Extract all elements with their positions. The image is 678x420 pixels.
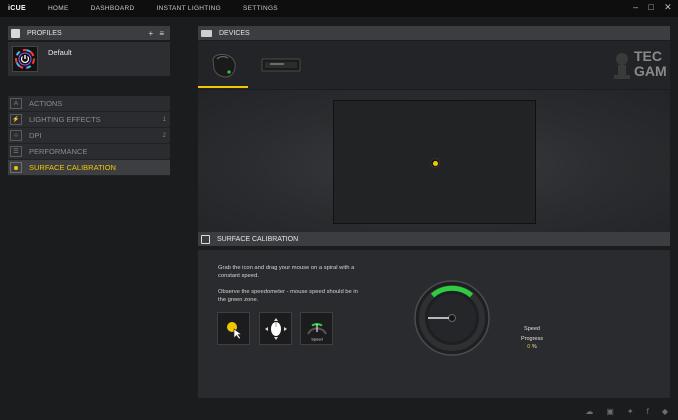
profiles-header: PROFILES + ≡ [8,26,170,40]
device-tab-mouse[interactable] [198,43,248,88]
facebook-icon[interactable]: f [647,407,649,416]
menu-label: SURFACE CALIBRATION [29,163,116,172]
menu-performance[interactable]: ☰ PERFORMANCE [8,144,170,160]
minimize-button[interactable]: – [633,2,638,13]
instruction-text-1: Grab the icon and drag your mouse on a s… [218,265,355,279]
settings-menu: A ACTIONS ⚡ LIGHTING EFFECTS 1 ⊹ DPI 2 ☰… [8,96,170,176]
mouse-move-tool[interactable] [259,312,292,345]
top-nav-bar: iCUE HOME DASHBOARD INSTANT LIGHTING SET… [0,0,678,17]
watermark-text-1: TEC [634,48,662,64]
progress-value: 0 [527,344,531,350]
gauge-speed-label: Speed [524,326,540,332]
watermark-logo: TEC GAM [612,49,670,83]
drag-target-tool[interactable] [217,312,250,345]
cloud-icon[interactable]: ☁ [585,407,593,416]
keyboard-device-icon [261,58,301,72]
mouse-move-icon [264,317,287,340]
progress-label: Progress [520,336,543,342]
profile-card[interactable]: Default [8,42,170,76]
performance-icon: ☰ [10,146,22,157]
menu-label: DPI [29,131,42,140]
calibration-surface[interactable] [333,100,536,224]
menu-count: 1 [162,116,166,123]
menu-surface-calibration[interactable]: SURFACE CALIBRATION [8,160,170,176]
footer-bar: ☁ ▣ ✦ f ◆ [0,404,678,420]
menu-label: LIGHTING EFFECTS [29,115,101,124]
nav-dashboard[interactable]: DASHBOARD [91,5,135,12]
tool-speed-label: Speed [311,336,323,341]
menu-actions[interactable]: A ACTIONS [8,96,170,112]
right-column: DEVICES TEC GAM SURFACE CALIBRATION Grab… [198,26,670,398]
nav-instant-lighting[interactable]: INSTANT LIGHTING [157,5,222,12]
mouse-device-icon [212,53,236,78]
device-tab-keyboard[interactable] [256,43,306,87]
progress-unit: % [531,344,537,350]
lightning-icon: ⚡ [10,114,22,125]
watermark-text-2: GAM [634,63,667,79]
devices-title: DEVICES [219,29,250,37]
nav-home[interactable]: HOME [48,5,69,12]
dpi-icon: ⊹ [10,130,22,141]
app-brand: iCUE [8,5,26,12]
speed-tool[interactable]: Speed [300,312,333,345]
speedometer-icon: Speed [306,322,327,341]
actions-icon: A [10,98,22,109]
progress-readout: 0 % [492,344,572,350]
calibration-target[interactable] [430,158,440,168]
menu-dpi[interactable]: ⊹ DPI 2 [8,128,170,144]
profiles-icon [11,28,20,38]
calibration-stage [198,90,670,240]
calibration-header: SURFACE CALIBRATION [198,232,670,246]
footer-icons: ☁ ▣ ✦ f ◆ [585,407,668,416]
device-selector: TEC GAM [198,41,670,89]
devices-header: DEVICES [198,26,670,40]
speed-gauge: Speed Progress 0 % [412,278,543,358]
profile-name: Default [48,48,72,57]
maximize-button[interactable]: □ [648,2,654,13]
calibration-panel: Grab the icon and drag your mouse on a s… [198,250,670,398]
window-controls: – □ ✕ [633,2,672,13]
forum-icon[interactable]: ◆ [662,407,668,416]
profile-actions[interactable]: + ≡ [148,29,166,38]
calibration-dot-icon [10,162,22,173]
instruction-text-2: Observe the speedometer - mouse speed sh… [218,289,358,303]
left-column: PROFILES + ≡ Default A ACTIONS ⚡ LIGHTIN… [8,26,170,176]
speed-gauge-graphic [414,280,490,356]
nav-settings[interactable]: SETTINGS [243,5,278,12]
close-button[interactable]: ✕ [664,2,672,13]
menu-lighting-effects[interactable]: ⚡ LIGHTING EFFECTS 1 [8,112,170,128]
calibration-title: SURFACE CALIBRATION [217,235,299,243]
menu-count: 2 [162,132,166,139]
twitter-icon[interactable]: ✦ [627,407,634,416]
menu-label: PERFORMANCE [29,147,88,156]
gift-icon[interactable]: ▣ [606,407,614,416]
cursor-target-icon [226,321,242,339]
menu-label: ACTIONS [29,99,63,108]
devices-icon [201,29,212,37]
profiles-title: PROFILES [27,29,62,37]
profile-icon [12,46,38,72]
edit-icon [201,234,210,244]
